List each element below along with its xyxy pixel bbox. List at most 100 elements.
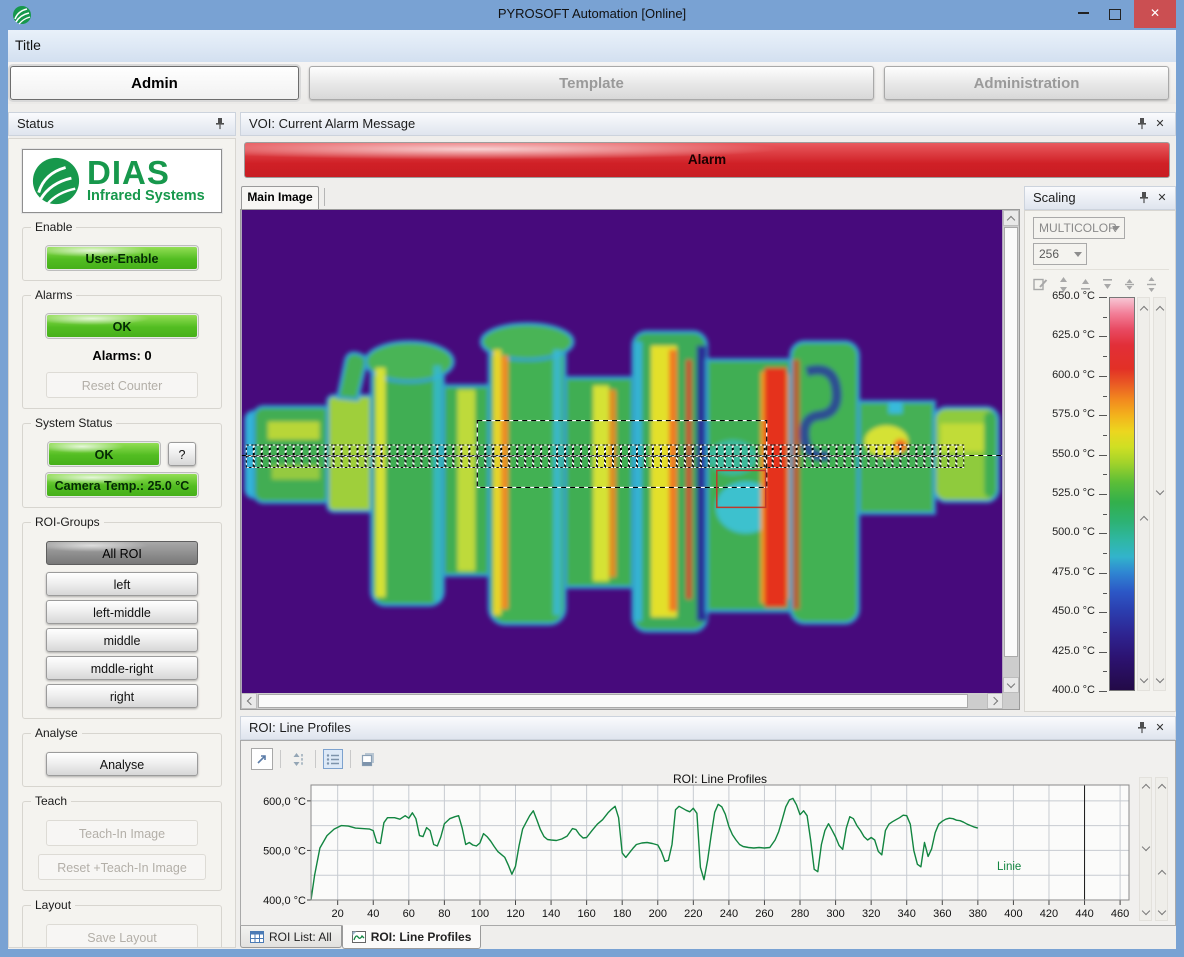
thermal-image[interactable] bbox=[241, 210, 1003, 693]
roi-group-middle-button[interactable]: middle bbox=[46, 628, 198, 652]
main-image-frame bbox=[240, 209, 1020, 710]
tab-separator bbox=[324, 188, 325, 206]
scroll-up-icon[interactable] bbox=[1003, 210, 1019, 226]
toolbar-separator bbox=[280, 750, 281, 768]
nav-toolbar: Admin Template Administration bbox=[8, 62, 1176, 104]
roi-close-icon[interactable]: ✕ bbox=[1153, 720, 1167, 736]
slider-up-icon[interactable] bbox=[1140, 516, 1148, 524]
roi-group-left-button[interactable]: left bbox=[46, 572, 198, 596]
svg-text:280: 280 bbox=[791, 908, 809, 920]
tab-admin[interactable]: Admin bbox=[10, 66, 299, 100]
voi-panel-header: VOI: Current Alarm Message ✕ bbox=[240, 112, 1176, 136]
table-icon bbox=[250, 931, 264, 943]
svg-text:200: 200 bbox=[649, 908, 667, 920]
window-title: PYROSOFT Automation [Online] bbox=[0, 6, 1184, 21]
slider-down-icon[interactable] bbox=[1140, 675, 1148, 683]
roi-panel-header: ROI: Line Profiles ✕ bbox=[240, 716, 1176, 740]
camera-temp-button[interactable]: Camera Temp.: 25.0 °C bbox=[46, 473, 198, 497]
slider-up-icon[interactable] bbox=[1156, 306, 1164, 314]
copy-icon[interactable] bbox=[358, 749, 378, 769]
analyse-legend: Analyse bbox=[31, 726, 82, 740]
image-vscrollbar[interactable] bbox=[1003, 210, 1019, 693]
tab-main-image[interactable]: Main Image bbox=[241, 186, 319, 209]
scale-tick-label: 625.0 °C bbox=[1025, 329, 1095, 341]
slider-down-icon[interactable] bbox=[1158, 907, 1166, 915]
slider-down-icon[interactable] bbox=[1142, 907, 1150, 915]
scrollbar-corner bbox=[1003, 693, 1019, 709]
scale-tick-label: 400.0 °C bbox=[1025, 684, 1095, 696]
scale-tick bbox=[1099, 415, 1107, 416]
voi-close-icon[interactable]: ✕ bbox=[1153, 116, 1167, 132]
scale-tick bbox=[1099, 533, 1107, 534]
svg-text:400: 400 bbox=[1004, 908, 1022, 920]
save-layout-button[interactable]: Save Layout bbox=[46, 924, 198, 948]
analyse-button[interactable]: Analyse bbox=[46, 752, 198, 776]
export-icon[interactable] bbox=[251, 748, 273, 770]
minimize-button[interactable] bbox=[1068, 0, 1098, 28]
scale-tick bbox=[1099, 691, 1107, 692]
scale-tick-label: 575.0 °C bbox=[1025, 408, 1095, 420]
scroll-down-icon[interactable] bbox=[1003, 677, 1019, 693]
status-pin-icon[interactable] bbox=[213, 117, 227, 131]
status-panel-header: Status bbox=[8, 112, 236, 136]
reset-counter-button[interactable]: Reset Counter bbox=[46, 372, 198, 398]
slider-up-icon[interactable] bbox=[1158, 870, 1166, 878]
tab-template[interactable]: Template bbox=[309, 66, 874, 100]
close-button[interactable]: ✕ bbox=[1134, 0, 1176, 28]
hscroll-thumb[interactable] bbox=[258, 694, 968, 708]
dias-logo-icon bbox=[31, 156, 81, 206]
voi-pin-icon[interactable] bbox=[1135, 117, 1149, 131]
scale-minor-tick bbox=[1103, 632, 1107, 633]
roi-group-all-button[interactable]: All ROI bbox=[46, 541, 198, 565]
scale-minor-tick bbox=[1103, 514, 1107, 515]
svg-text:360: 360 bbox=[933, 908, 951, 920]
tab-roi-list[interactable]: ROI List: All bbox=[240, 926, 342, 948]
roi-group-middle-right-button[interactable]: mddle-right bbox=[46, 656, 198, 680]
maximize-button[interactable] bbox=[1100, 0, 1130, 28]
tab-administration[interactable]: Administration bbox=[884, 66, 1169, 100]
list-view-icon[interactable] bbox=[323, 749, 343, 769]
scale-tick bbox=[1099, 612, 1107, 613]
reset-teach-in-image-button[interactable]: Reset +Teach-In Image bbox=[38, 854, 206, 880]
image-hscrollbar[interactable] bbox=[241, 693, 1003, 709]
temperature-colorbar[interactable] bbox=[1109, 297, 1135, 691]
scale-minor-tick bbox=[1103, 356, 1107, 357]
system-ok-button[interactable]: OK bbox=[48, 442, 160, 466]
menu-bar[interactable]: Title bbox=[8, 30, 1176, 63]
minimize-icon bbox=[1078, 12, 1089, 15]
scale-tick-label: 600.0 °C bbox=[1025, 369, 1095, 381]
chart-lower-slider[interactable] bbox=[1155, 777, 1168, 921]
analyse-group: Analyse Analyse bbox=[22, 733, 222, 787]
user-enable-button[interactable]: User-Enable bbox=[46, 246, 198, 270]
chart-upper-slider[interactable] bbox=[1139, 777, 1152, 921]
layout-legend: Layout bbox=[31, 898, 75, 912]
scale-minor-tick bbox=[1103, 671, 1107, 672]
slider-down-icon[interactable] bbox=[1156, 487, 1164, 495]
colorbar-lower-slider[interactable] bbox=[1153, 297, 1166, 691]
roi-group-left-middle-button[interactable]: left-middle bbox=[46, 600, 198, 624]
roi-pin-icon[interactable] bbox=[1135, 721, 1149, 735]
scaling-pin-icon[interactable] bbox=[1137, 191, 1151, 205]
slider-down-icon[interactable] bbox=[1142, 843, 1150, 851]
vscroll-thumb[interactable] bbox=[1004, 227, 1018, 657]
scaling-close-icon[interactable]: ✕ bbox=[1155, 190, 1169, 206]
scroll-left-icon[interactable] bbox=[241, 693, 257, 709]
tab-roi-line-profiles[interactable]: ROI: Line Profiles bbox=[342, 925, 482, 949]
svg-text:340: 340 bbox=[898, 908, 916, 920]
svg-text:600,0 °C: 600,0 °C bbox=[263, 796, 306, 808]
slider-up-icon[interactable] bbox=[1142, 784, 1150, 792]
sort-updown-icon[interactable] bbox=[288, 749, 308, 769]
slider-up-icon[interactable] bbox=[1158, 784, 1166, 792]
slider-up-icon[interactable] bbox=[1140, 306, 1148, 314]
scroll-right-icon[interactable] bbox=[987, 693, 1003, 709]
roi-cell-band[interactable] bbox=[246, 445, 965, 468]
line-profile-chart[interactable]: ROI: Line Profiles 204060801001201401601… bbox=[245, 773, 1137, 925]
svg-text:240: 240 bbox=[720, 908, 738, 920]
roi-group-right-button[interactable]: right bbox=[46, 684, 198, 708]
colorbar-upper-slider[interactable] bbox=[1137, 297, 1150, 691]
alarm-banner[interactable]: Alarm bbox=[244, 142, 1170, 178]
alarms-ok-button[interactable]: OK bbox=[46, 314, 198, 338]
teach-in-image-button[interactable]: Teach-In Image bbox=[46, 820, 198, 846]
system-help-button[interactable]: ? bbox=[168, 442, 196, 466]
slider-down-icon[interactable] bbox=[1156, 675, 1164, 683]
